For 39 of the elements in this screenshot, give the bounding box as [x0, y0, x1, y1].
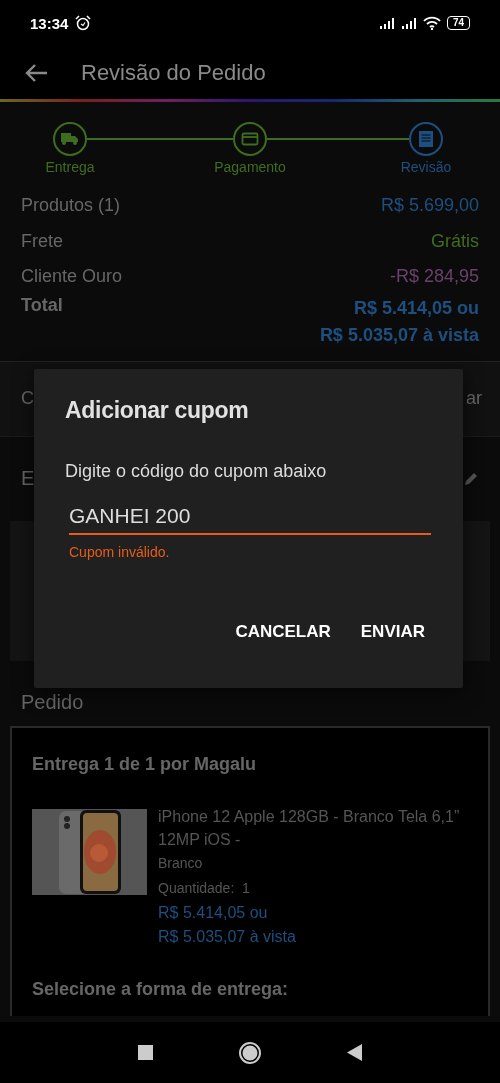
- summary-label: Frete: [21, 230, 63, 252]
- error-message: Cupom inválido.: [69, 544, 171, 560]
- page-title: Revisão do Pedido: [81, 59, 266, 86]
- product-name: iPhone 12 Apple 128GB - Branco Tela 6,1” 12MP iOS -: [158, 806, 461, 850]
- summary-label: Produtos (1): [21, 195, 121, 217]
- coupon-input-field[interactable]: GANHEI 200: [69, 504, 431, 535]
- summary-value: Grátis: [431, 230, 479, 252]
- alarm-icon: [75, 15, 92, 31]
- summary-label: Cliente Ouro: [21, 266, 123, 288]
- home-icon[interactable]: [238, 1040, 262, 1065]
- dialog-title: Adicionar cupom: [65, 397, 250, 424]
- delivery-title: Entrega 1 de 1 por Magalu: [32, 753, 258, 775]
- summary-value: -R$ 284,95: [389, 266, 479, 288]
- dialog-message: Digite o código do cupom abaixo: [65, 461, 328, 482]
- shipping-prompt: Selecione a forma de entrega:: [32, 978, 290, 1000]
- wifi-icon: [422, 16, 441, 30]
- signal-icon: [400, 17, 417, 29]
- section-heading: E: [21, 467, 35, 490]
- product-variant: Branco: [158, 853, 204, 873]
- back-icon[interactable]: [347, 1044, 362, 1061]
- coupon-row-label: C: [21, 388, 34, 409]
- product-quantity: Quantidade: 1: [158, 878, 251, 898]
- dialog-button[interactable]: ENVIAR: [352, 614, 433, 650]
- back-arrow-icon[interactable]: [24, 62, 48, 83]
- total-label: Total: [21, 294, 63, 316]
- step-label[interactable]: Entrega: [10, 159, 130, 175]
- coupon-row-action[interactable]: ar: [466, 388, 482, 409]
- product-price: R$ 5.035,07 à vista: [158, 926, 297, 947]
- step-label[interactable]: Pagamento: [190, 159, 310, 175]
- summary-value: R$ 5.699,00: [380, 195, 479, 217]
- total-value: R$ 5.035,07 à vista: [319, 323, 479, 347]
- dialog-button[interactable]: CANCELAR: [227, 614, 339, 650]
- clock-time: 13:34: [30, 14, 69, 32]
- product-price: R$ 5.414,05 ou: [158, 902, 269, 923]
- section-heading: Pedido: [20, 689, 85, 715]
- battery-indicator: 74: [446, 16, 470, 30]
- signal-icon: [378, 17, 395, 29]
- total-value: R$ 5.414,05 ou: [352, 296, 479, 320]
- step-label[interactable]: Revisão: [366, 159, 486, 175]
